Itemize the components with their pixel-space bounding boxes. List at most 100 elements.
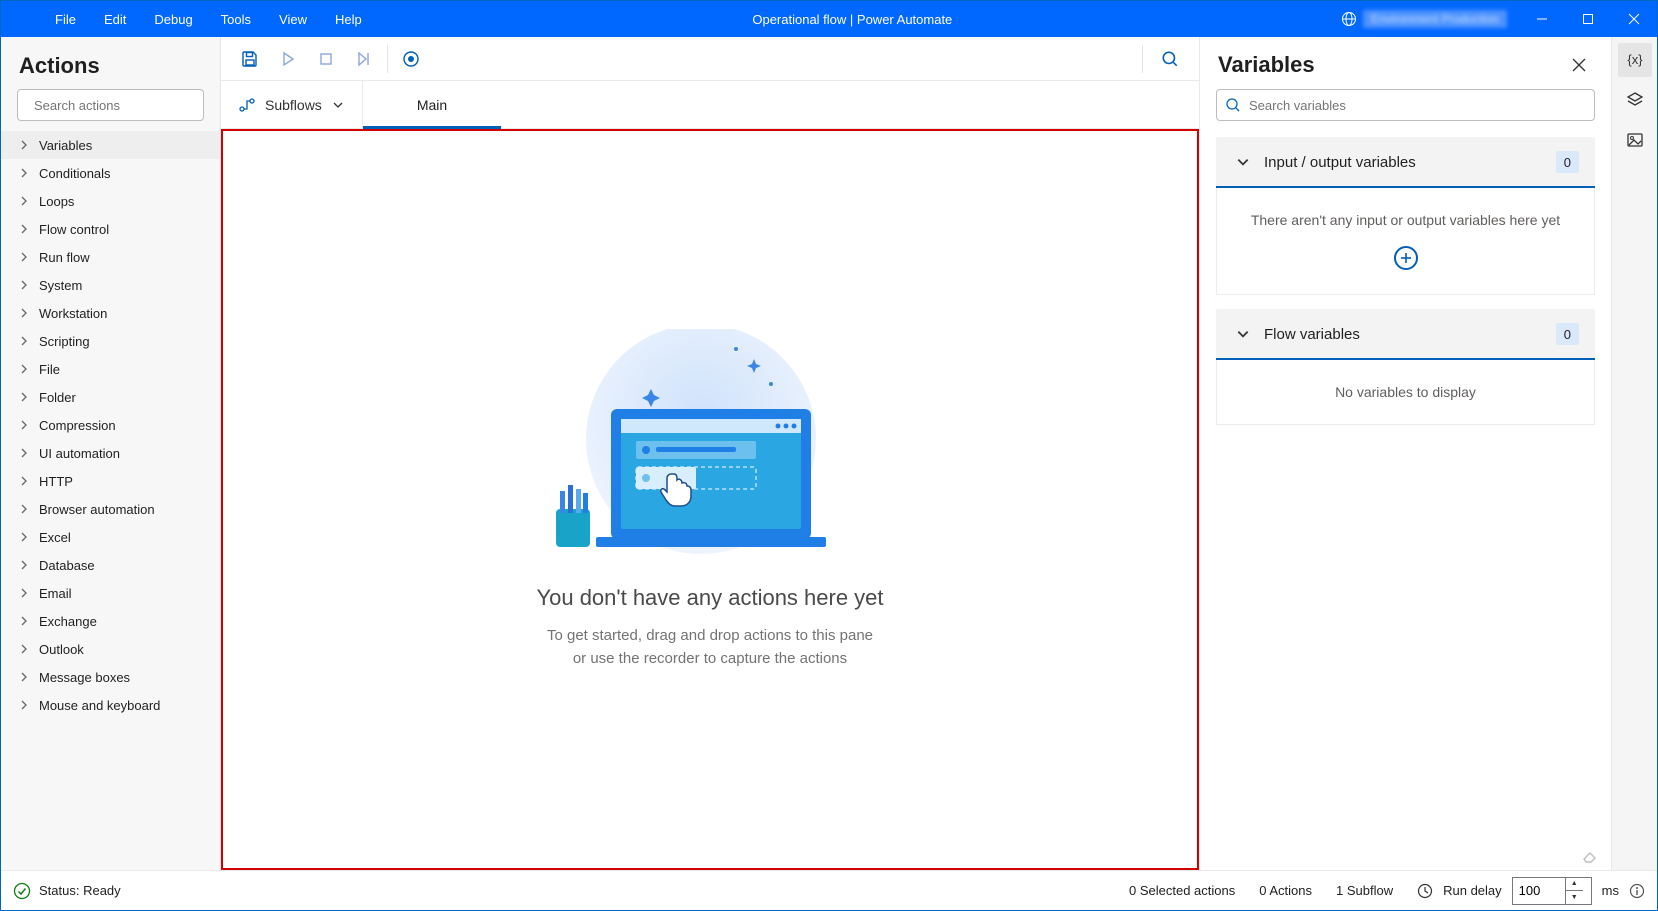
variables-search[interactable]: [1216, 89, 1595, 121]
flow-variables-header[interactable]: Flow variables 0: [1216, 310, 1595, 358]
status-bar: Status: Ready 0 Selected actions 0 Actio…: [1, 870, 1657, 910]
title-bar-right: Environment Production: [1329, 1, 1657, 37]
run-button[interactable]: [271, 42, 305, 76]
actions-search-input[interactable]: [34, 98, 210, 113]
action-category[interactable]: Outlook: [1, 635, 220, 663]
action-category[interactable]: HTTP: [1, 467, 220, 495]
action-category[interactable]: Run flow: [1, 243, 220, 271]
io-variables-header[interactable]: Input / output variables 0: [1216, 138, 1595, 186]
main-menu: File Edit Debug Tools View Help: [1, 1, 376, 37]
clear-variables-button[interactable]: [1581, 846, 1599, 864]
action-category-label: Run flow: [39, 250, 90, 265]
action-category[interactable]: Scripting: [1, 327, 220, 355]
canvas-highlight: You don't have any actions here yet To g…: [221, 129, 1199, 870]
variables-panel: Variables Input / output variables: [1199, 37, 1611, 870]
flow-variables-section: Flow variables 0 No variables to display: [1216, 309, 1595, 425]
step-up[interactable]: ▲: [1566, 878, 1583, 892]
action-category[interactable]: Database: [1, 551, 220, 579]
close-icon: [1572, 58, 1586, 72]
designer-canvas[interactable]: You don't have any actions here yet To g…: [221, 129, 1199, 870]
search-actions-button[interactable]: [1153, 42, 1187, 76]
empty-state: You don't have any actions here yet To g…: [536, 329, 883, 670]
action-category[interactable]: Folder: [1, 383, 220, 411]
image-icon: [1626, 131, 1644, 149]
stop-button[interactable]: [309, 42, 343, 76]
action-category-label: UI automation: [39, 446, 120, 461]
action-category[interactable]: Workstation: [1, 299, 220, 327]
environment-picker[interactable]: Environment Production: [1329, 1, 1519, 37]
action-category[interactable]: Compression: [1, 411, 220, 439]
selected-actions-count: 0 Selected actions: [1129, 883, 1235, 898]
chevron-right-icon: [19, 476, 29, 486]
variables-search-input[interactable]: [1249, 98, 1586, 113]
chevron-right-icon: [19, 196, 29, 206]
rail-variables-button[interactable]: {x}: [1618, 43, 1652, 77]
maximize-button[interactable]: [1565, 1, 1611, 37]
title-bar: File Edit Debug Tools View Help Operatio…: [1, 1, 1657, 37]
step-button[interactable]: [347, 42, 381, 76]
subflows-dropdown[interactable]: Subflows: [221, 81, 363, 128]
menu-help[interactable]: Help: [321, 1, 376, 37]
action-category[interactable]: Excel: [1, 523, 220, 551]
braces-icon: {x}: [1625, 50, 1645, 70]
chevron-down-icon: [1236, 327, 1250, 341]
run-delay-input[interactable]: [1513, 883, 1565, 898]
chevron-right-icon: [19, 140, 29, 150]
action-category[interactable]: Email: [1, 579, 220, 607]
step-down[interactable]: ▼: [1566, 891, 1583, 904]
action-category[interactable]: UI automation: [1, 439, 220, 467]
add-io-variable-button[interactable]: [1394, 246, 1418, 270]
search-icon: [1225, 97, 1241, 113]
action-category[interactable]: File: [1, 355, 220, 383]
actions-list[interactable]: VariablesConditionalsLoopsFlow control Ru…: [1, 131, 220, 870]
flow-variables-empty-text: No variables to display: [1227, 384, 1584, 400]
right-rail: {x}: [1611, 37, 1657, 870]
chevron-right-icon: [19, 700, 29, 710]
action-category[interactable]: Mouse and keyboard: [1, 691, 220, 719]
action-category[interactable]: Loops: [1, 187, 220, 215]
chevron-down-icon: [1236, 155, 1250, 169]
recorder-button[interactable]: [394, 42, 428, 76]
io-variables-empty-text: There aren't any input or output variabl…: [1227, 212, 1584, 228]
empty-line2: or use the recorder to capture the actio…: [573, 650, 847, 667]
flow-variables-title: Flow variables: [1264, 326, 1542, 343]
actions-panel: Actions VariablesConditionalsLoopsFlow c…: [1, 37, 221, 870]
actions-search[interactable]: [17, 89, 204, 121]
action-category[interactable]: Conditionals: [1, 159, 220, 187]
save-button[interactable]: [233, 42, 267, 76]
action-category[interactable]: System: [1, 271, 220, 299]
close-button[interactable]: [1611, 1, 1657, 37]
globe-icon: [1341, 11, 1357, 27]
menu-tools[interactable]: Tools: [207, 1, 265, 37]
minimize-button[interactable]: [1519, 1, 1565, 37]
chevron-right-icon: [19, 392, 29, 402]
menu-debug[interactable]: Debug: [140, 1, 206, 37]
chevron-right-icon: [19, 224, 29, 234]
chevron-right-icon: [19, 168, 29, 178]
rail-images-button[interactable]: [1618, 123, 1652, 157]
action-category[interactable]: Variables: [1, 131, 220, 159]
chevron-right-icon: [19, 588, 29, 598]
designer-toolbar: [221, 37, 1199, 81]
info-icon[interactable]: [1629, 883, 1645, 899]
action-category[interactable]: Browser automation: [1, 495, 220, 523]
action-category[interactable]: Message boxes: [1, 663, 220, 691]
variables-heading: Variables: [1218, 52, 1565, 78]
action-category-label: Compression: [39, 418, 116, 433]
plus-icon: [1400, 252, 1412, 264]
menu-file[interactable]: File: [41, 1, 90, 37]
rail-ui-elements-button[interactable]: [1618, 83, 1652, 117]
eraser-icon: [1581, 846, 1599, 864]
tab-main[interactable]: Main: [363, 81, 501, 128]
chevron-right-icon: [19, 280, 29, 290]
menu-view[interactable]: View: [265, 1, 321, 37]
close-panel-button[interactable]: [1565, 51, 1593, 79]
action-category-label: File: [39, 362, 60, 377]
run-delay-unit: ms: [1602, 883, 1619, 898]
menu-edit[interactable]: Edit: [90, 1, 140, 37]
empty-line1: To get started, drag and drop actions to…: [547, 627, 873, 644]
action-category-label: Excel: [39, 530, 71, 545]
action-category[interactable]: Exchange: [1, 607, 220, 635]
run-delay-stepper[interactable]: ▲ ▼: [1565, 878, 1583, 904]
action-category[interactable]: Flow control: [1, 215, 220, 243]
